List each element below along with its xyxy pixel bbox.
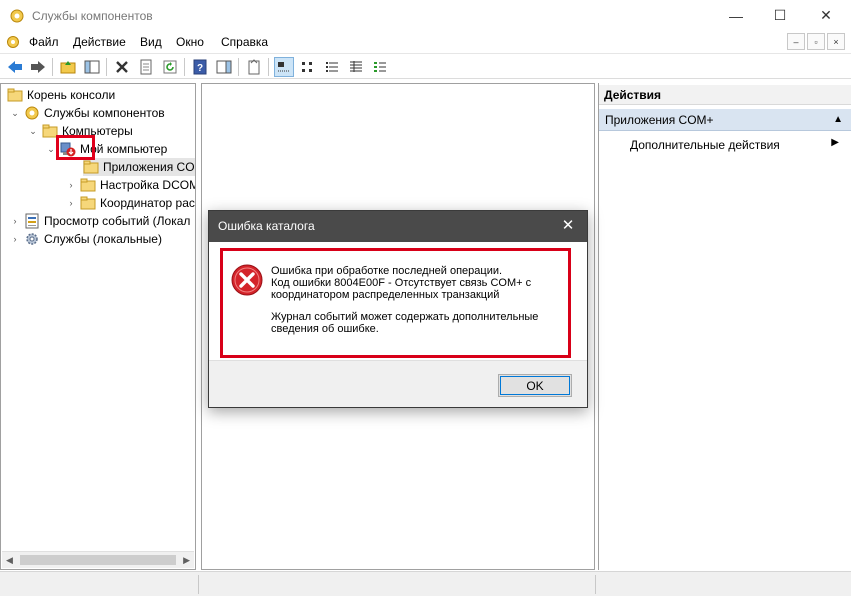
toolbar-separator [106, 58, 107, 76]
toolbar-separator [268, 58, 269, 76]
chevron-right-icon[interactable]: › [65, 179, 77, 191]
tree-item-local-services[interactable]: › Службы (локальные) [9, 230, 162, 248]
properties-icon[interactable] [136, 57, 156, 77]
tree-item-label: Службы (локальные) [44, 232, 162, 246]
console-tree-pane[interactable]: Корень консоли ⌄ Службы компонентов ⌄ Ко… [0, 83, 196, 570]
collapse-up-icon[interactable]: ▲ [833, 114, 843, 125]
scrollbar-thumb[interactable] [20, 555, 176, 565]
tree-item-component-services[interactable]: ⌄ Службы компонентов [9, 104, 165, 122]
menu-action[interactable]: Действие [73, 35, 126, 49]
minimize-button[interactable]: — [713, 0, 759, 31]
show-action-pane-icon[interactable] [214, 57, 234, 77]
menu-bar: Файл Действие Вид Окно Справка – ▫ × [0, 31, 851, 53]
back-icon[interactable] [5, 57, 25, 77]
tree-item-label: Настройка DCOM [100, 178, 196, 192]
dialog-title-bar: Ошибка каталога [209, 211, 587, 242]
large-icons-view-icon[interactable] [274, 57, 294, 77]
folder-icon [80, 196, 96, 210]
up-folder-icon[interactable] [58, 57, 78, 77]
forward-icon[interactable] [28, 57, 48, 77]
tree-horizontal-scrollbar[interactable]: ◀ ▶ [2, 551, 194, 568]
catalog-error-dialog: Ошибка каталога ✕ Ошибка при обработке п… [208, 210, 588, 408]
status-separator [198, 575, 199, 594]
component-services-icon [10, 9, 24, 23]
actions-section-label: Приложения COM+ [605, 113, 714, 127]
show-hide-tree-icon[interactable] [82, 57, 102, 77]
mdi-minimize-button[interactable]: – [787, 33, 805, 50]
tree-item-console-root[interactable]: Корень консоли [7, 86, 115, 104]
menu-view[interactable]: Вид [140, 35, 162, 49]
mdi-controls: – ▫ × [787, 33, 845, 50]
tree-item-com-applications[interactable]: Приложения CO [83, 158, 195, 176]
delete-icon[interactable] [112, 57, 132, 77]
folder-icon [80, 178, 96, 192]
tree-item-label: Просмотр событий (Локал [44, 214, 191, 228]
chevron-down-icon[interactable]: ⌄ [27, 125, 39, 137]
services-gear-icon [26, 233, 38, 245]
actions-section-com-applications[interactable]: Приложения COM+ ▲ [599, 109, 851, 131]
event-viewer-icon [25, 213, 39, 229]
svg-text:?: ? [197, 63, 203, 74]
menu-file[interactable]: Файл [29, 35, 59, 49]
more-actions-item[interactable]: Дополнительные действия [630, 138, 780, 152]
chevron-right-icon[interactable]: › [9, 215, 21, 227]
submenu-arrow-icon[interactable]: ▶ [831, 137, 839, 148]
tree-item-label: Корень консоли [27, 88, 116, 102]
scroll-right-icon[interactable]: ▶ [183, 555, 190, 566]
window-title: Службы компонентов [32, 9, 153, 23]
title-bar: Службы компонентов — ☐ ✕ [0, 0, 851, 31]
mdi-restore-button[interactable]: ▫ [807, 33, 825, 50]
close-button[interactable]: ✕ [803, 0, 849, 31]
status-view-icon[interactable] [370, 57, 390, 77]
console-icon[interactable] [5, 34, 21, 50]
dialog-close-button[interactable]: ✕ [559, 216, 577, 234]
menu-help[interactable]: Справка [221, 35, 268, 49]
list-view-icon[interactable] [322, 57, 342, 77]
tree-item-label: Приложения CO [103, 160, 195, 174]
toolbar: ? [0, 53, 851, 79]
scroll-left-icon[interactable]: ◀ [6, 555, 13, 566]
actions-pane: Действия Приложения COM+ ▲ Дополнительны… [598, 83, 851, 570]
toolbar-separator [52, 58, 53, 76]
tree-item-event-viewer[interactable]: › Просмотр событий (Локал [9, 212, 190, 230]
menu-window[interactable]: Окно [176, 35, 204, 49]
toolbar-separator [238, 58, 239, 76]
dialog-body: Ошибка при обработке последней операции.… [209, 242, 587, 360]
highlight-frame [56, 135, 95, 160]
tree-item-dcom-config[interactable]: › Настройка DCOM [65, 176, 196, 194]
details-view-icon[interactable] [346, 57, 366, 77]
ok-button[interactable]: OK [498, 374, 572, 397]
status-separator [595, 575, 596, 594]
new-window-icon[interactable] [244, 57, 264, 77]
tree-item-dtc[interactable]: › Координатор рас [65, 194, 195, 212]
maximize-button[interactable]: ☐ [757, 0, 803, 31]
tree-item-label: Координатор рас [100, 196, 195, 210]
dialog-footer: OK [209, 360, 587, 407]
actions-header: Действия [599, 85, 851, 105]
tree-item-label: Службы компонентов [44, 106, 165, 120]
component-services-icon [25, 106, 39, 120]
highlight-frame [220, 248, 571, 358]
chevron-right-icon[interactable]: › [9, 233, 21, 245]
mdi-close-button[interactable]: × [827, 33, 845, 50]
folder-icon [83, 160, 99, 174]
dialog-title: Ошибка каталога [218, 219, 315, 233]
folder-icon [7, 88, 23, 102]
status-bar [0, 571, 851, 596]
refresh-icon[interactable] [160, 57, 180, 77]
chevron-right-icon[interactable]: › [65, 197, 77, 209]
small-icons-view-icon[interactable] [298, 57, 318, 77]
toolbar-separator [184, 58, 185, 76]
help-icon[interactable]: ? [190, 57, 210, 77]
chevron-down-icon[interactable]: ⌄ [9, 107, 21, 119]
